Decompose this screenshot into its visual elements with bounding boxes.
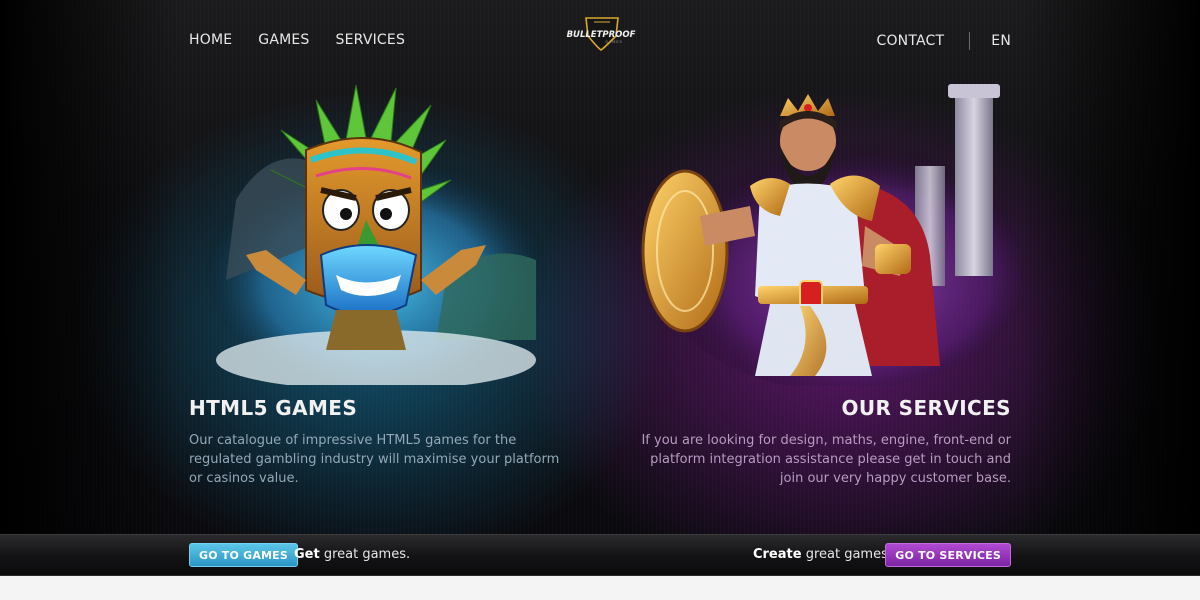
services-title: OUR SERVICES [841,396,1011,420]
logo-text: BULLETPROOF [567,30,636,40]
nav-home[interactable]: HOME [189,32,232,48]
warrior-illustration[interactable] [640,76,1025,391]
games-tagline-rest: great games. [319,547,411,562]
services-description: If you are looking for design, maths, en… [641,433,1011,486]
games-title: HTML5 GAMES [189,396,358,420]
nav-contact[interactable]: CONTACT [876,33,944,49]
tiki-mask-illustration[interactable] [206,80,546,390]
go-to-services-button[interactable]: GO TO SERVICES [885,543,1011,567]
logo-subtext: GAMES [605,40,623,44]
go-to-games-button[interactable]: GO TO GAMES [189,543,299,567]
nav-games[interactable]: GAMES [258,32,309,48]
main-nav: HOME GAMES SERVICES [189,32,405,48]
nav-divider [969,32,971,50]
games-tagline: Get great games. [294,547,410,562]
nav-services[interactable]: SERVICES [336,32,406,48]
utility-nav: CONTACT EN [876,32,1011,50]
services-tagline-rest: great games. [801,547,892,562]
games-tagline-bold: Get [294,547,320,562]
games-description: Our catalogue of impressive HTML5 games … [189,433,560,486]
shield-logo-icon[interactable]: BULLETPROOF GAMES [564,16,638,52]
cta-bar: GO TO GAMES Get great games. Create grea… [0,534,1200,576]
hero-section: HOME GAMES SERVICES BULLETPROOF GAMES CO… [0,0,1200,534]
services-tagline-bold: Create [752,547,802,562]
services-tagline: Create great games. [753,547,892,562]
language-switch[interactable]: EN [991,33,1011,49]
page-footer [0,576,1200,600]
